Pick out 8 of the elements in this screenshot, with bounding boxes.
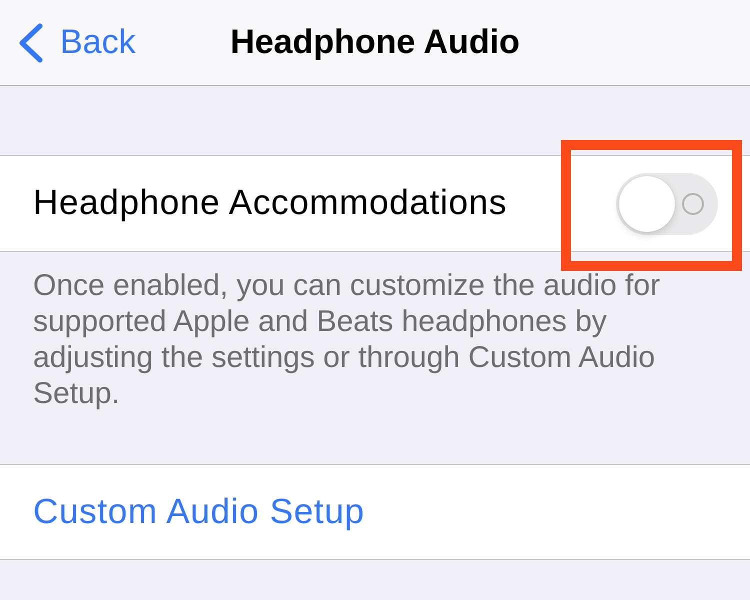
page-title: Headphone Audio — [230, 22, 520, 63]
row-label: Headphone Accommodations — [33, 182, 508, 224]
back-button[interactable]: Back — [0, 17, 136, 68]
toggle-knob — [619, 176, 675, 232]
section-footer-text: Once enabled, you can customize the audio for supported Apple and Beats headphones by adjusting the settings or through Custom Audio Setup. — [32, 268, 662, 412]
chevron-left-icon — [18, 22, 43, 62]
custom-audio-setup-link[interactable]: Custom Audio Setup — [33, 486, 365, 538]
off-indicator-icon — [682, 192, 704, 214]
